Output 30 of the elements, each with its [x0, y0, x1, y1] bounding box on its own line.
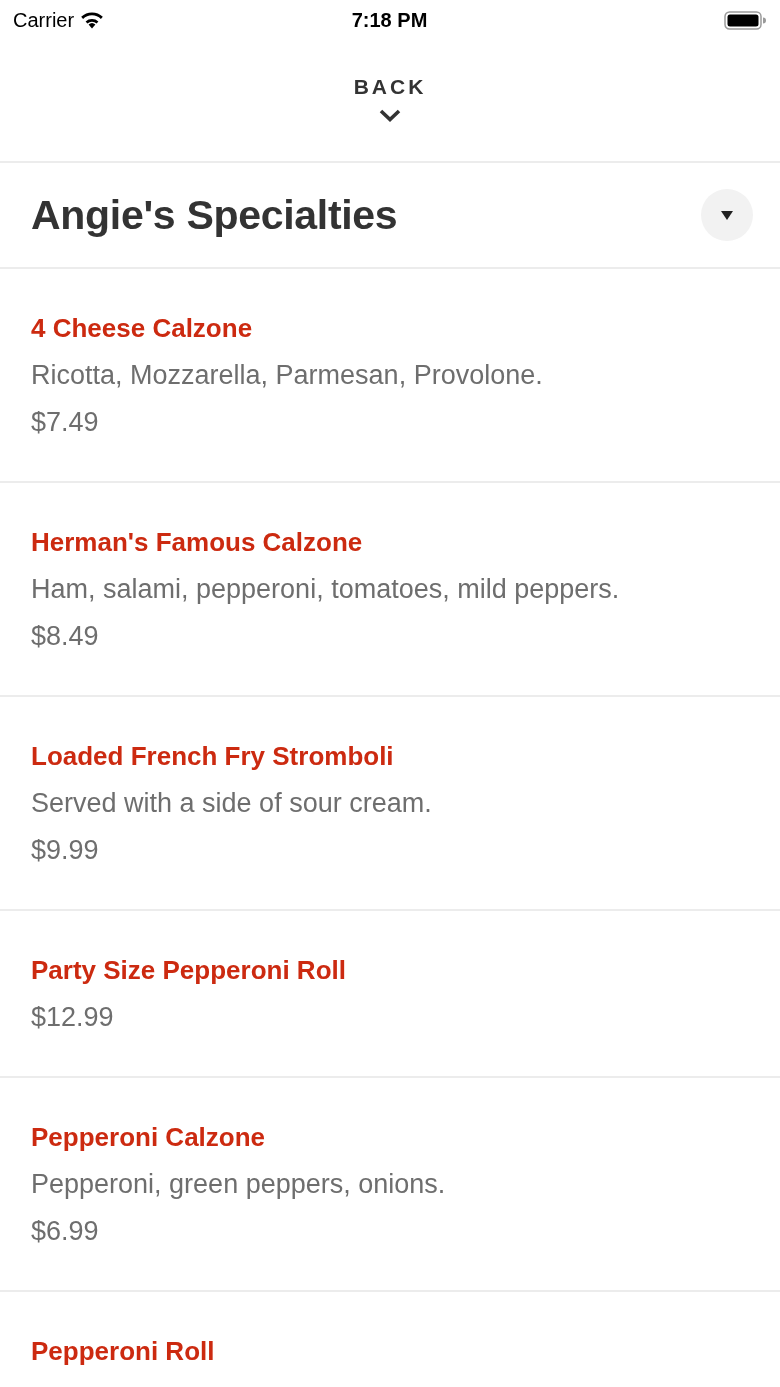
item-description: Pepperoni, green peppers, onions. — [31, 1168, 446, 1201]
menu-item-row[interactable]: Pepperoni Roll — [0, 1292, 780, 1387]
menu-item-row[interactable]: Party Size Pepperoni Roll $12.99 — [0, 911, 780, 1078]
battery-icon — [724, 10, 766, 30]
item-name: Pepperoni Calzone — [31, 1121, 266, 1154]
item-description: Ricotta, Mozzarella, Parmesan, Provolone. — [31, 359, 543, 392]
item-description: Served with a side of sour cream. — [31, 787, 432, 820]
category-dropdown-button[interactable] — [701, 189, 753, 241]
carrier-name: Carrier — [13, 8, 75, 32]
item-price: $8.49 — [31, 620, 99, 653]
menu-item-row[interactable]: 4 Cheese Calzone Ricotta, Mozzarella, Parmesan, Provolone. $7.49 — [0, 269, 780, 483]
category-title: Angie's Specialties — [31, 191, 398, 239]
menu-item-row[interactable]: Pepperoni Calzone Pepperoni, green peppers, onions. $6.99 — [0, 1078, 780, 1292]
status-time: 7:18 PM — [351, 8, 428, 32]
item-name: Party Size Pepperoni Roll — [31, 954, 346, 987]
item-name: Herman's Famous Calzone — [31, 526, 363, 559]
item-price: $7.49 — [31, 406, 99, 439]
item-name: Loaded French Fry Stromboli — [31, 740, 394, 773]
wifi-icon — [80, 11, 105, 29]
item-name: 4 Cheese Calzone — [31, 312, 253, 345]
item-price: $6.99 — [31, 1215, 99, 1248]
menu-item-row[interactable]: Herman's Famous Calzone Ham, salami, pepperoni, tomatoes, mild peppers. $8.49 — [0, 483, 780, 697]
menu-item-row[interactable]: Loaded French Fry Stromboli Served with a side of sour cream. $9.99 — [0, 697, 780, 911]
item-price: $9.99 — [31, 834, 99, 867]
item-name: Pepperoni Roll — [31, 1335, 215, 1368]
item-description: Ham, salami, pepperoni, tomatoes, mild peppers. — [31, 573, 620, 606]
back-button[interactable]: BACK — [353, 75, 427, 122]
dropdown-triangle-icon — [721, 210, 733, 220]
chevron-down-icon — [379, 109, 401, 122]
item-price: $12.99 — [31, 1001, 114, 1034]
